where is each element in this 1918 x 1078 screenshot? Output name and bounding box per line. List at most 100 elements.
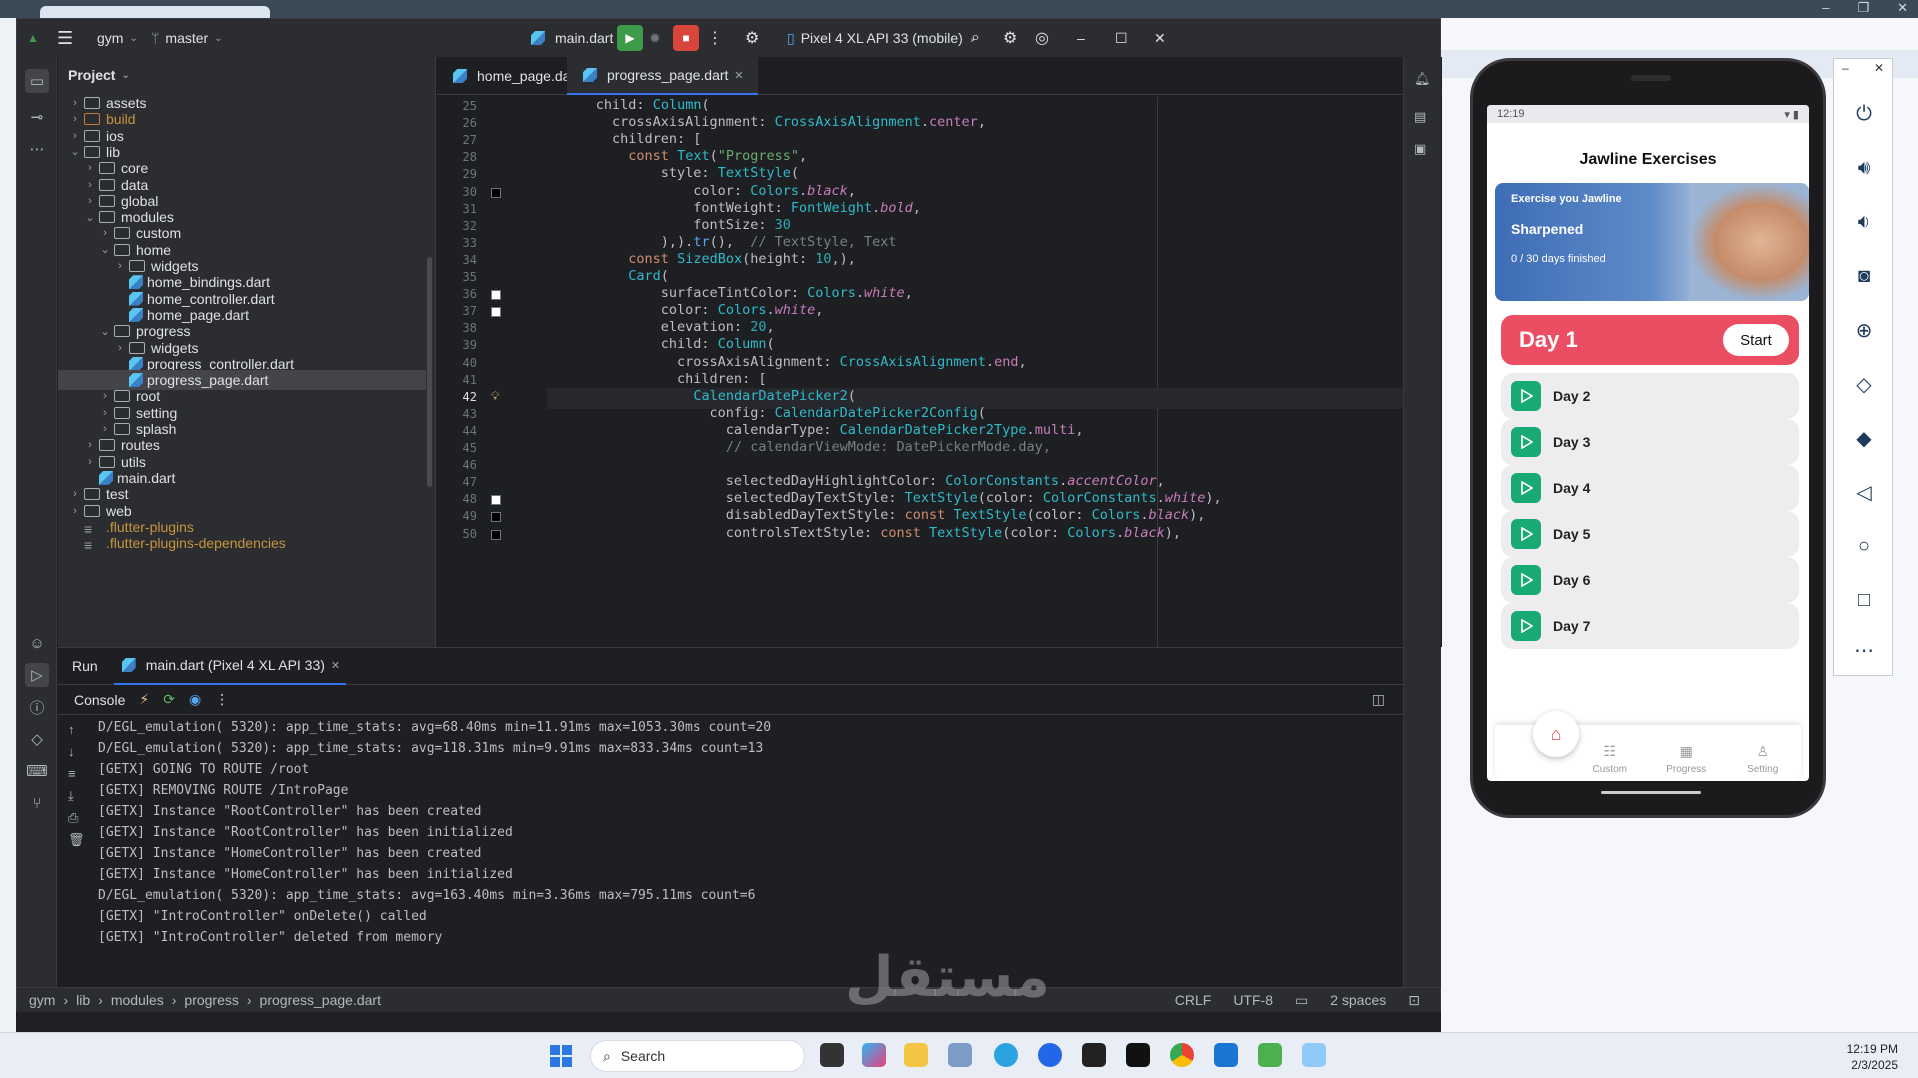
nav-custom[interactable]: ☷ Custom (1582, 743, 1638, 775)
folder-icon[interactable]: ▭ (25, 69, 49, 93)
running-devices-icon[interactable]: ▣ (1414, 141, 1426, 157)
breadcrumb-item[interactable]: modules (111, 992, 164, 1008)
chevron-icon[interactable]: ⌄ (98, 325, 112, 338)
home-button-icon[interactable]: ○ (1851, 533, 1877, 559)
scrollbar[interactable] (427, 257, 432, 487)
run-button[interactable]: ▶ (617, 25, 643, 51)
chevron-icon[interactable]: › (83, 162, 97, 174)
start-button[interactable]: Start (1723, 324, 1789, 356)
minimize-icon[interactable]: – (1077, 19, 1085, 57)
color-swatch[interactable] (491, 495, 501, 506)
camera-icon[interactable]: ◙ (1851, 263, 1877, 289)
branch-selector[interactable]: ᛘ master ⌄ (151, 19, 223, 57)
play-icon[interactable] (1511, 565, 1541, 595)
line-ending[interactable]: CRLF (1175, 992, 1212, 1008)
chevron-icon[interactable]: › (68, 113, 82, 125)
color-swatch[interactable] (491, 290, 501, 301)
debug-icon[interactable]: ✹ (649, 19, 661, 57)
down-arrow-icon[interactable]: ↓ (68, 744, 75, 759)
play-icon[interactable] (1511, 427, 1541, 457)
project-header[interactable]: Project ⌄ (58, 57, 435, 93)
chevron-icon[interactable]: ⌄ (98, 243, 112, 256)
breadcrumb-item[interactable]: progress (184, 992, 238, 1008)
trash-icon[interactable]: 🗑︎ (68, 832, 85, 848)
settings-icon[interactable]: ⚙ (1003, 19, 1017, 57)
breadcrumb-item[interactable]: progress_page.dart (260, 992, 381, 1008)
close-icon[interactable]: ✕ (1154, 19, 1166, 57)
photos-icon[interactable] (948, 1043, 972, 1067)
play-icon[interactable] (1511, 473, 1541, 503)
stop-button[interactable]: ■ (673, 25, 699, 51)
lock-icon[interactable]: ⊡ (1408, 992, 1420, 1009)
breadcrumb-item[interactable]: lib (76, 992, 90, 1008)
soft-wrap-icon[interactable]: ≡ (68, 766, 76, 781)
color-swatch[interactable] (491, 187, 501, 198)
android-studio-icon[interactable] (1258, 1043, 1282, 1067)
code-line[interactable]: // calendarViewMode: DatePickerMode.day, (547, 439, 1051, 460)
search-icon[interactable]: ⌕ (971, 19, 980, 57)
day-card[interactable]: Day 6 (1501, 557, 1799, 603)
volume-down-icon[interactable]: 🔉︎ (1851, 209, 1877, 235)
chevron-icon[interactable]: › (83, 195, 97, 207)
chrome-icon[interactable] (1170, 1043, 1194, 1067)
power-icon[interactable]: ⏻ (1851, 101, 1877, 127)
chevron-icon[interactable]: › (83, 456, 97, 468)
chevron-icon[interactable]: › (68, 505, 82, 517)
messenger-icon[interactable] (1038, 1043, 1062, 1067)
telegram-icon[interactable] (994, 1043, 1018, 1067)
devtools-icon[interactable]: ◉ (189, 691, 201, 708)
more-icon[interactable]: ⋮ (707, 19, 723, 57)
chevron-icon[interactable]: › (113, 342, 127, 354)
commit-icon[interactable]: ⊸ (25, 105, 49, 129)
breadcrumb-item[interactable]: gym (29, 992, 55, 1008)
chevron-icon[interactable]: ⌄ (68, 145, 82, 158)
color-swatch[interactable] (491, 307, 501, 318)
reader-mode-icon[interactable]: ▭ (1295, 992, 1308, 1009)
day-1-card[interactable]: Day 1 Start (1501, 315, 1799, 365)
close-tab-icon[interactable]: ✕ (331, 659, 340, 672)
chevron-icon[interactable]: › (98, 227, 112, 239)
app-icon[interactable] (1302, 1043, 1326, 1067)
minimize-icon[interactable]: – (1842, 61, 1849, 75)
rotate-right-icon[interactable]: ◆ (1851, 425, 1877, 451)
console-tab[interactable]: Console (74, 692, 125, 708)
chevron-icon[interactable]: › (113, 260, 127, 272)
chevron-icon[interactable]: › (98, 423, 112, 435)
git-icon[interactable]: ⑂ (25, 791, 49, 815)
task-view-icon[interactable] (820, 1043, 844, 1067)
back-icon[interactable]: ◁ (1851, 479, 1877, 505)
color-swatch[interactable] (491, 512, 501, 523)
code-area[interactable]: child: Column( crossAxisAlignment: Cross… (547, 97, 1427, 647)
play-icon[interactable] (1511, 611, 1541, 641)
device-manager-icon[interactable]: ⚙ (745, 19, 759, 57)
play-icon[interactable] (1511, 381, 1541, 411)
home-icon[interactable]: ⌂ (1533, 711, 1579, 757)
chevron-icon[interactable]: ⌄ (83, 211, 97, 224)
overview-icon[interactable]: □ (1851, 587, 1877, 613)
maximize-icon[interactable]: ☐ (1115, 19, 1128, 57)
run-config-selector[interactable]: main.dart⌄ (529, 19, 628, 57)
console-output[interactable]: D/EGL_emulation( 5320): app_time_stats: … (98, 720, 1398, 980)
close-icon[interactable]: ✕ (1874, 61, 1884, 75)
run-tab[interactable]: main.dart (Pixel 4 XL API 33) ✕ (113, 648, 347, 685)
tab-progress-page[interactable]: progress_page.dart ✕ (567, 57, 758, 95)
chevron-icon[interactable]: › (68, 130, 82, 142)
nav-progress[interactable]: ▦ Progress (1658, 743, 1714, 775)
main-menu-icon[interactable]: ☰ (57, 19, 73, 57)
account-icon[interactable]: ◎ (1035, 19, 1049, 57)
chevron-icon[interactable]: › (68, 488, 82, 500)
day-card[interactable]: Day 4 (1501, 465, 1799, 511)
taskbar-search[interactable]: ⌕ Search (590, 1040, 805, 1072)
zoom-icon[interactable]: ⊕ (1851, 317, 1877, 343)
gem-icon[interactable]: ◇ (25, 727, 49, 751)
vscode-icon[interactable] (1214, 1043, 1238, 1067)
sticky-notes-icon[interactable] (1082, 1043, 1106, 1067)
browser-window-controls[interactable]: – ❐ ✕ (1822, 0, 1908, 18)
tree-item[interactable]: ≡ .flutter-plugins-dependencies (58, 533, 426, 553)
rotate-left-icon[interactable]: ◇ (1851, 371, 1877, 397)
device-explorer-icon[interactable]: ▤ (1414, 109, 1426, 125)
problems-icon[interactable]: ⓘ (25, 695, 49, 719)
start-icon[interactable] (550, 1045, 572, 1067)
exercise-banner[interactable]: Exercise you Jawline Sharpened 0 / 30 da… (1495, 183, 1809, 301)
chevron-icon[interactable]: › (98, 407, 112, 419)
